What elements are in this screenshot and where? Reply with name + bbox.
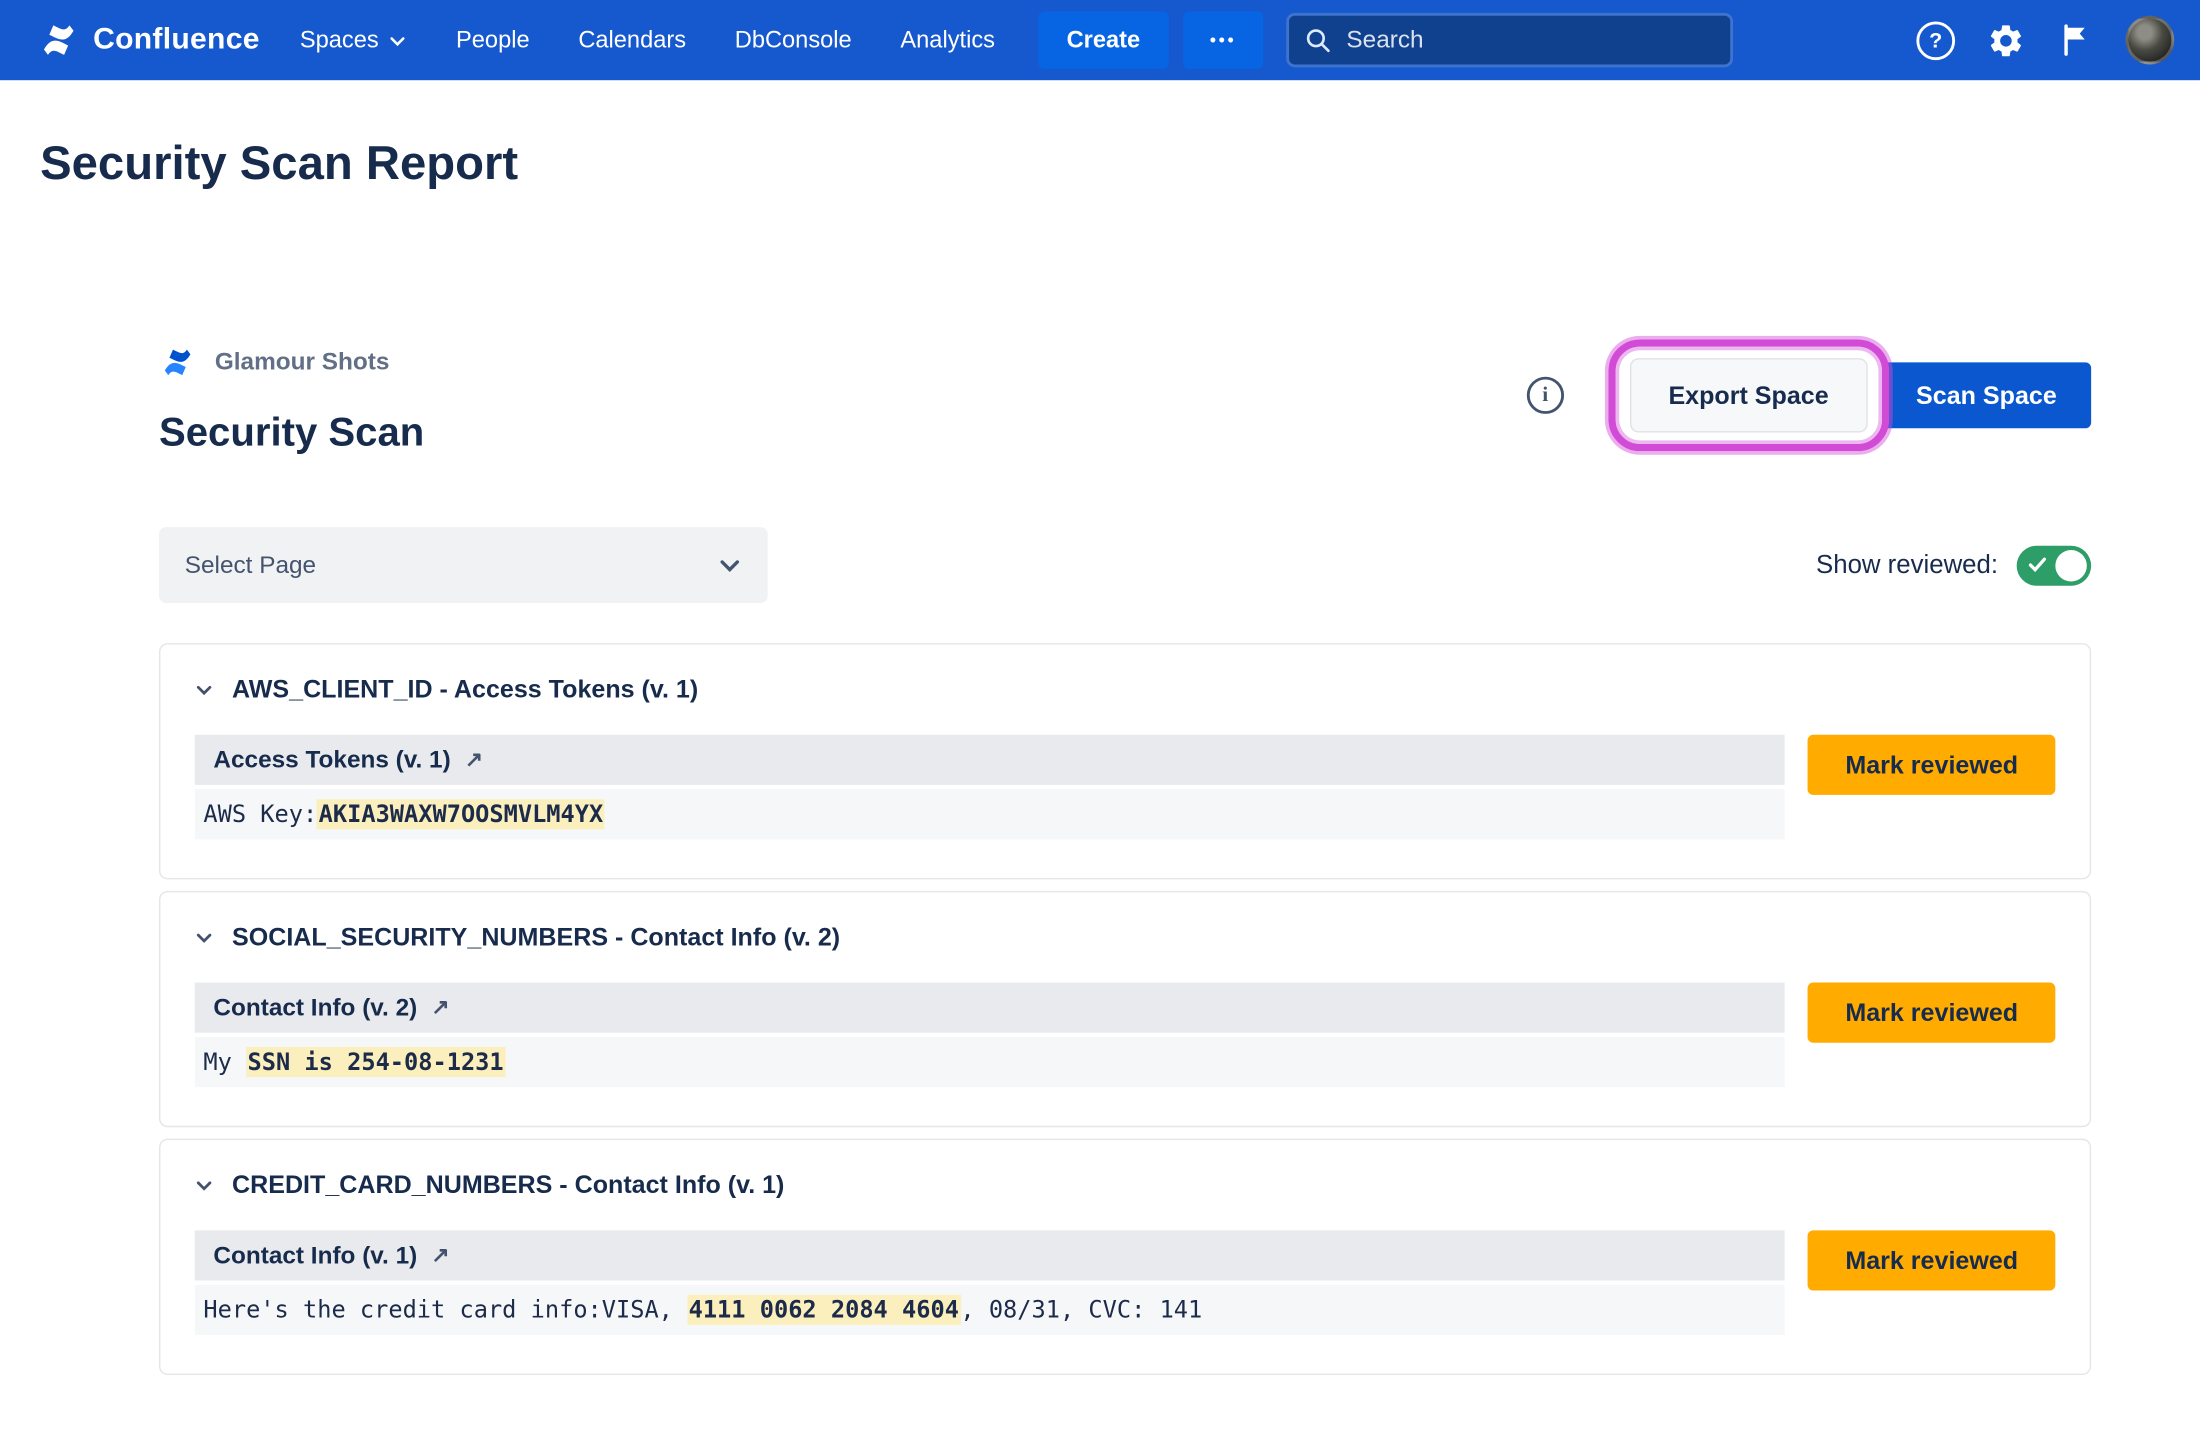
finding-title: CREDIT_CARD_NUMBERS - Contact Info (v. 1… [232, 1170, 784, 1200]
finding-page-bar: Contact Info (v. 1) ↗ [195, 1230, 1785, 1280]
finding-title: SOCIAL_SECURITY_NUMBERS - Contact Info (… [232, 922, 840, 952]
help-glyph: ? [1929, 28, 1942, 52]
settings-gear-icon[interactable] [1987, 21, 2026, 60]
export-space-group: Export Space [1630, 358, 1868, 432]
finding-snippet: AWS Key:AKIA3WAXW7OOSMVLM4YX [195, 789, 1785, 839]
chevron-down-icon [718, 553, 742, 577]
finding-page-link[interactable]: Contact Info (v. 1) [213, 1241, 417, 1270]
primary-nav: Spaces People Calendars DbConsole Analyt… [300, 26, 995, 53]
mark-reviewed-button[interactable]: Mark reviewed [1808, 735, 2055, 795]
show-reviewed-toggle[interactable] [2017, 545, 2091, 585]
finding-page-link[interactable]: Contact Info (v. 2) [213, 993, 417, 1022]
confluence-app: Confluence Spaces People Calendars DbCon… [0, 0, 2200, 1437]
check-icon [2028, 556, 2047, 575]
finding-page-bar: Contact Info (v. 2) ↗ [195, 983, 1785, 1033]
nav-item-spaces[interactable]: Spaces [300, 26, 407, 53]
nav-item-people[interactable]: People [456, 26, 530, 53]
space-header-row: Glamour Shots Security Scan i Export Spa… [159, 344, 2091, 456]
finding-card: CREDIT_CARD_NUMBERS - Contact Info (v. 1… [159, 1139, 2091, 1375]
finding-header: AWS_CLIENT_ID - Access Tokens (v. 1) [195, 675, 2056, 705]
collapse-chevron-icon[interactable] [195, 1176, 214, 1195]
nav-item-spaces-label: Spaces [300, 26, 379, 53]
finding-rows: Access Tokens (v. 1) ↗ AWS Key:AKIA3WAXW… [195, 735, 1785, 840]
findings-list: AWS_CLIENT_ID - Access Tokens (v. 1) Acc… [159, 643, 2091, 1375]
info-icon[interactable]: i [1527, 377, 1564, 414]
select-page-dropdown[interactable]: Select Page [159, 527, 768, 603]
export-space-button[interactable]: Export Space [1630, 358, 1868, 432]
flag-icon[interactable] [2057, 21, 2094, 58]
space-name-link[interactable]: Glamour Shots [215, 348, 390, 377]
external-link-icon: ↗ [432, 1241, 450, 1267]
confluence-logo-icon [37, 19, 80, 62]
nav-item-dbconsole-label: DbConsole [735, 26, 852, 53]
collapse-chevron-icon[interactable] [195, 928, 214, 947]
section-title: Security Scan [159, 410, 424, 456]
nav-item-analytics[interactable]: Analytics [900, 26, 995, 53]
snippet-prefix: AWS Key: [203, 801, 317, 828]
snippet-prefix: Here's the credit card info:VISA, [203, 1296, 687, 1323]
space-actions: i Export Space Scan Space [1527, 335, 2091, 455]
finding-page-bar: Access Tokens (v. 1) ↗ [195, 735, 1785, 785]
page-title: Security Scan Report [40, 132, 2200, 195]
snippet-prefix: My [203, 1048, 246, 1075]
snippet-highlight: 4111 0062 2084 4604 [687, 1295, 960, 1325]
external-link-icon: ↗ [432, 993, 450, 1019]
finding-snippet: My SSN is 254-08-1231 [195, 1037, 1785, 1087]
info-glyph: i [1542, 383, 1548, 407]
space-logo-icon [159, 344, 196, 381]
show-reviewed-label: Show reviewed: [1816, 550, 1998, 580]
external-link-icon: ↗ [465, 746, 483, 772]
nav-item-analytics-label: Analytics [900, 26, 995, 53]
search-input[interactable] [1344, 24, 1716, 56]
scan-space-button[interactable]: Scan Space [1882, 362, 2091, 428]
finding-header: CREDIT_CARD_NUMBERS - Contact Info (v. 1… [195, 1170, 2056, 1200]
confluence-home-link[interactable]: Confluence [37, 19, 259, 62]
main-content: Glamour Shots Security Scan i Export Spa… [159, 344, 2091, 1375]
finding-card: SOCIAL_SECURITY_NUMBERS - Contact Info (… [159, 891, 2091, 1127]
select-page-value: Select Page [185, 551, 316, 580]
nav-item-people-label: People [456, 26, 530, 53]
finding-rows: Contact Info (v. 2) ↗ My SSN is 254-08-1… [195, 983, 1785, 1088]
search-box[interactable] [1286, 13, 1733, 67]
toggle-knob [2055, 549, 2087, 581]
top-navbar: Confluence Spaces People Calendars DbCon… [0, 0, 2200, 80]
space-header-left: Glamour Shots Security Scan [159, 344, 424, 456]
more-actions-button[interactable]: ••• [1183, 11, 1263, 68]
mark-reviewed-button[interactable]: Mark reviewed [1808, 1230, 2055, 1290]
nav-item-calendars[interactable]: Calendars [578, 26, 686, 53]
finding-header: SOCIAL_SECURITY_NUMBERS - Contact Info (… [195, 922, 2056, 952]
help-icon[interactable]: ? [1916, 21, 1955, 60]
brand-name: Confluence [93, 23, 260, 57]
finding-rows: Contact Info (v. 1) ↗ Here's the credit … [195, 1230, 1785, 1335]
controls-row: Select Page Show reviewed: [159, 527, 2091, 603]
navbar-right-icons: ? [1916, 16, 2174, 65]
snippet-suffix: , 08/31, CVC: 141 [960, 1296, 1202, 1323]
avatar[interactable] [2126, 16, 2175, 65]
finding-title: AWS_CLIENT_ID - Access Tokens (v. 1) [232, 675, 698, 705]
finding-page-link[interactable]: Access Tokens (v. 1) [213, 746, 450, 775]
nav-item-calendars-label: Calendars [578, 26, 686, 53]
snippet-highlight: AKIA3WAXW7OOSMVLM4YX [317, 799, 604, 829]
show-reviewed-group: Show reviewed: [1816, 545, 2091, 585]
chevron-down-icon [389, 31, 408, 50]
mark-reviewed-button[interactable]: Mark reviewed [1808, 983, 2055, 1043]
search-icon [1303, 26, 1332, 55]
finding-card: AWS_CLIENT_ID - Access Tokens (v. 1) Acc… [159, 643, 2091, 879]
nav-item-dbconsole[interactable]: DbConsole [735, 26, 852, 53]
finding-snippet: Here's the credit card info:VISA, 4111 0… [195, 1285, 1785, 1335]
collapse-chevron-icon[interactable] [195, 680, 214, 699]
create-button[interactable]: Create [1038, 11, 1169, 68]
snippet-highlight: SSN is 254-08-1231 [246, 1047, 505, 1077]
